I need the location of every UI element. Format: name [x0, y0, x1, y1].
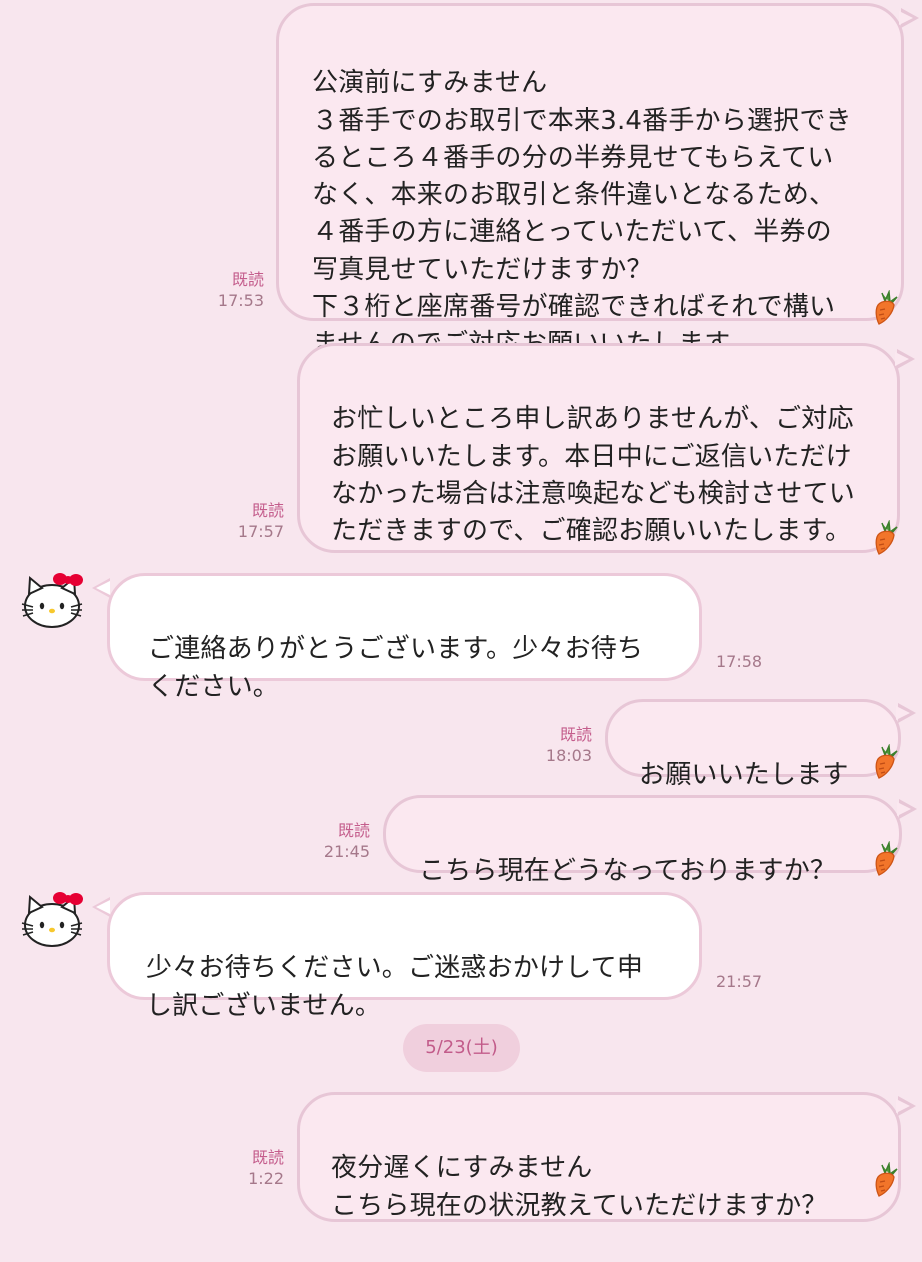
- message-meta: 既読 1:22: [220, 1147, 284, 1189]
- message-meta: 既読 17:57: [220, 500, 284, 542]
- carrot-icon: [875, 1162, 898, 1197]
- carrot-icon: [875, 841, 898, 876]
- message-time: 21:45: [323, 842, 370, 861]
- message-bubble-received[interactable]: 少々お待ちください。ご迷惑おかけして申し訳ございません。: [107, 892, 702, 1021]
- carrot-icon: [875, 744, 898, 779]
- message-text: 少々お待ちください。ご迷惑おかけして申し訳ございません。: [146, 953, 644, 1021]
- message-time: 17:57: [237, 522, 284, 541]
- chat-view: 既読 17:53 公演前にすみません ３番手でのお取引で本来3.4番手から選択で…: [0, 0, 922, 1222]
- message-text: 夜分遅くにすみません こちら現在の状況教えていただけますか？: [331, 1153, 828, 1221]
- message-time: 21:57: [716, 972, 763, 991]
- message-bubble-sent[interactable]: 公演前にすみません ３番手でのお取引で本来3.4番手から選択できるところ４番手の…: [276, 3, 904, 359]
- message-bubble-sent[interactable]: お忙しいところ申し訳ありませんが、ご対応お願いいたします。本日中にご返信いただけ…: [297, 343, 900, 553]
- message-meta: 既読 18:03: [526, 724, 592, 766]
- message-meta: 既読 17:53: [198, 269, 264, 311]
- message-bubble-sent[interactable]: お願いいたします: [605, 699, 901, 790]
- date-separator: 5/23(土): [403, 1024, 520, 1072]
- carrot-icon: [875, 520, 898, 555]
- message-time: 17:53: [217, 291, 264, 310]
- message-meta: 既読 21:45: [304, 820, 370, 862]
- message-text: お願いいたします: [639, 760, 849, 791]
- message-meta: 21:57: [716, 971, 776, 992]
- message-time: 18:03: [545, 746, 592, 765]
- bubble-tail: [899, 8, 919, 28]
- message-text: ご連絡ありがとうございます。少々お待ちください。: [148, 634, 644, 702]
- message-bubble-sent[interactable]: 夜分遅くにすみません こちら現在の状況教えていただけますか？: [297, 1092, 901, 1222]
- carrot-icon: [875, 290, 898, 325]
- message-text: こちら現在どうなっておりますか？: [419, 856, 837, 887]
- bubble-tail: [897, 799, 917, 819]
- read-receipt: 既読: [251, 1148, 284, 1167]
- read-receipt: 既読: [337, 821, 370, 840]
- message-text: お忙しいところ申し訳ありませんが、ご対応お願いいたします。本日中にご返信いただけ…: [331, 404, 856, 547]
- bubble-tail: [896, 1096, 916, 1116]
- message-meta: 17:58: [716, 651, 776, 672]
- read-receipt: 既読: [251, 501, 284, 520]
- hello-kitty-avatar[interactable]: [20, 887, 84, 951]
- message-bubble-received[interactable]: ご連絡ありがとうございます。少々お待ちください。: [107, 573, 702, 702]
- read-receipt: 既読: [231, 270, 264, 289]
- bubble-tail: [896, 703, 916, 723]
- bubble-tail: [92, 578, 110, 598]
- message-bubble-sent[interactable]: こちら現在どうなっておりますか？: [383, 795, 902, 886]
- bubble-tail: [895, 349, 915, 369]
- bubble-tail: [92, 897, 110, 917]
- message-time: 1:22: [248, 1169, 284, 1188]
- hello-kitty-avatar[interactable]: [20, 568, 84, 632]
- read-receipt: 既読: [559, 725, 592, 744]
- message-text: 公演前にすみません ３番手でのお取引で本来3.4番手から選択できるところ４番手の…: [312, 68, 852, 359]
- message-time: 17:58: [716, 652, 763, 671]
